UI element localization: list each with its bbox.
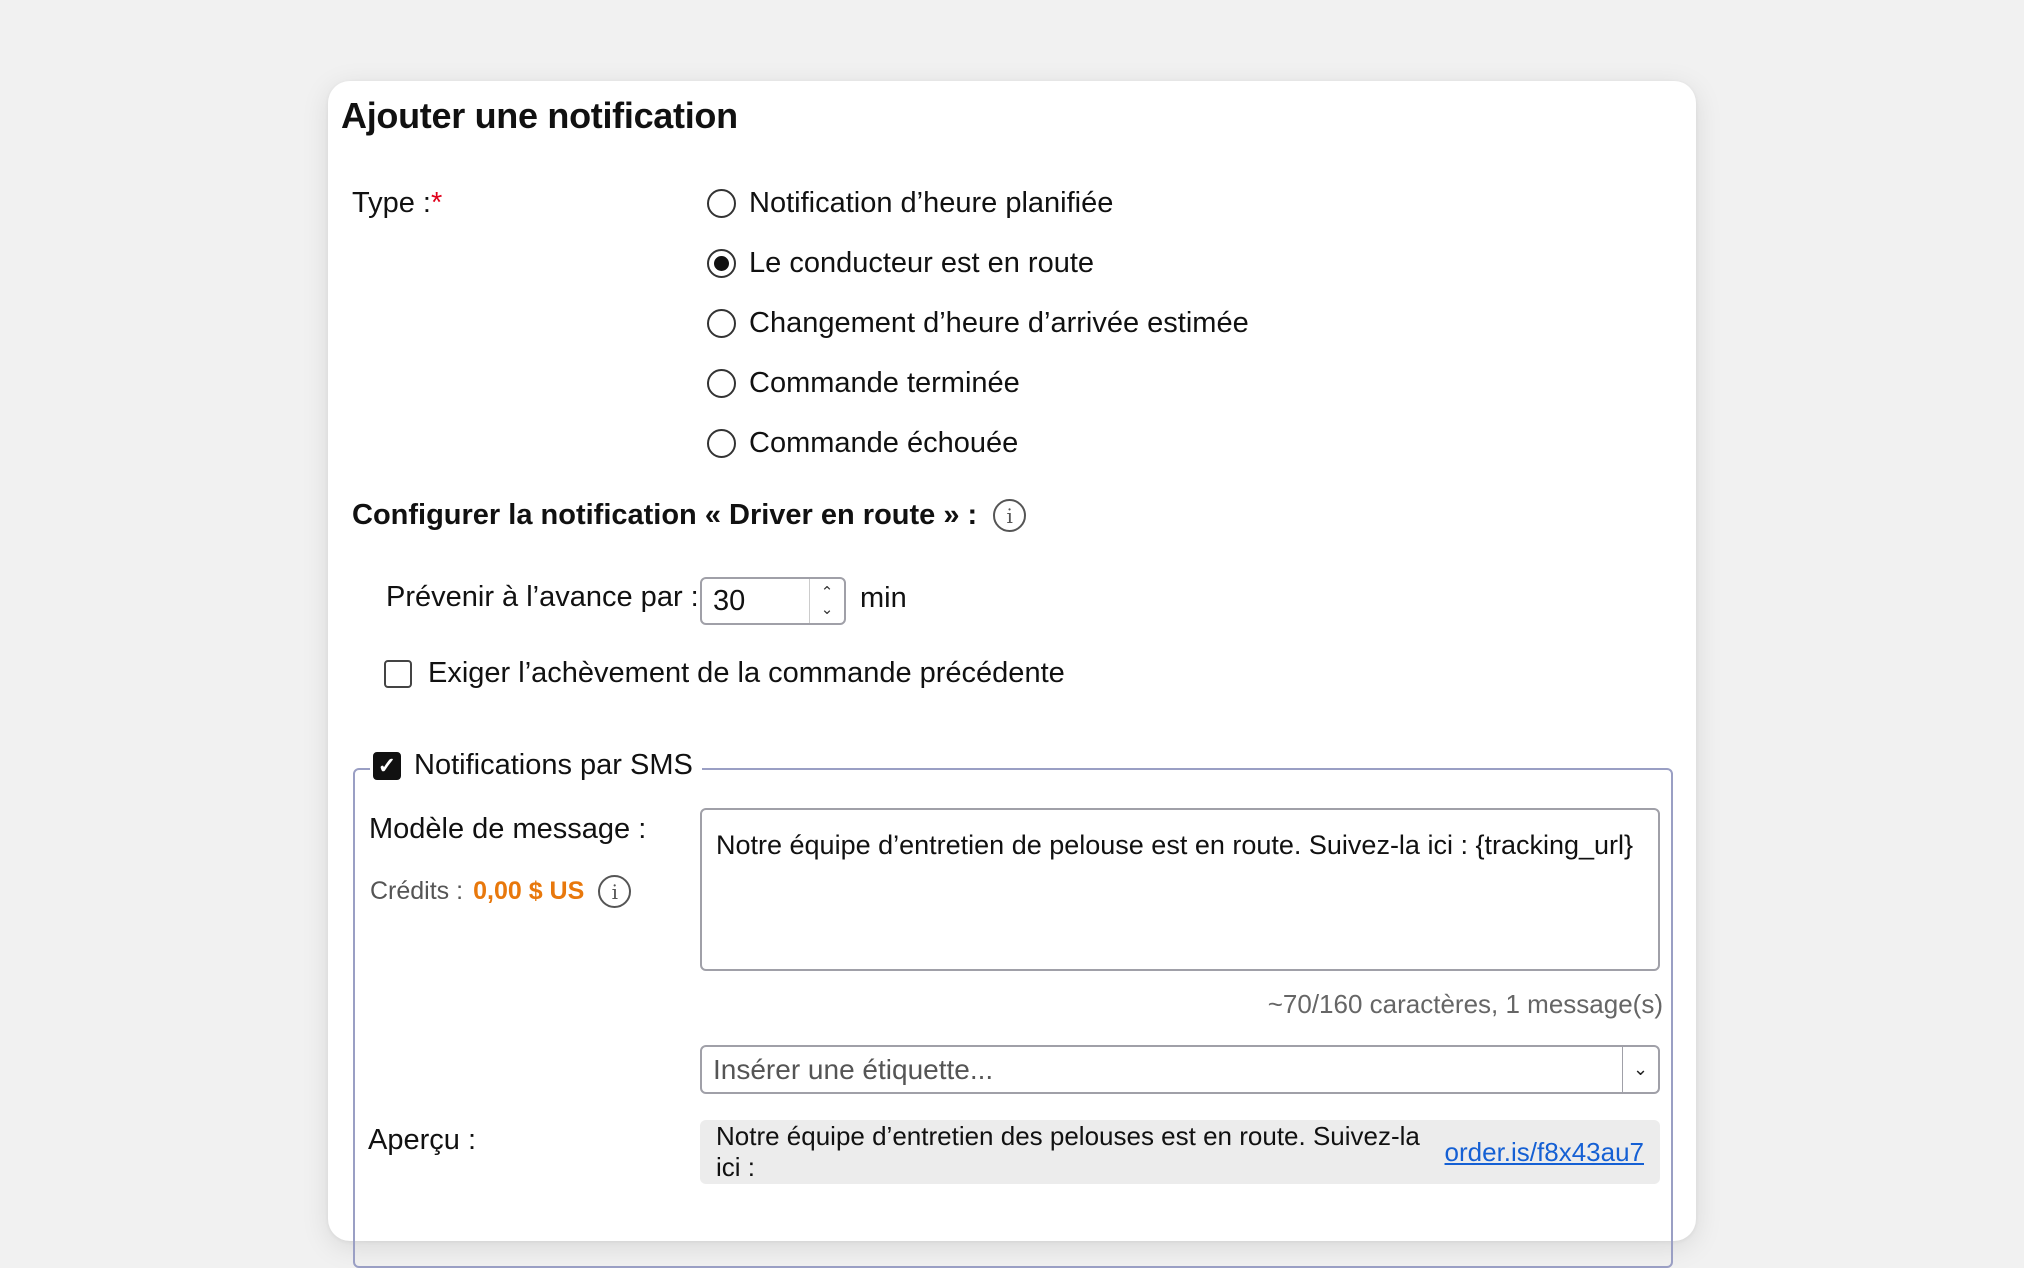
require-previous-label: Exiger l’achèvement de la commande précé… (428, 657, 1065, 689)
insert-tag-placeholder[interactable]: Insérer une étiquette... (702, 1047, 1622, 1092)
dialog-title: Ajouter une notification (341, 95, 738, 136)
type-label-text: Type : (352, 187, 431, 219)
radio-selected-dot (714, 256, 729, 271)
character-counter: ~70/160 caractères, 1 message(s) (1267, 989, 1663, 1019)
message-preview: Notre équipe d’entretien des pelouses es… (700, 1120, 1660, 1184)
radio-button[interactable] (707, 309, 736, 338)
require-previous-checkbox[interactable] (384, 659, 412, 688)
info-icon[interactable]: i (598, 875, 632, 908)
radio-label: Le conducteur est en route (749, 247, 1095, 279)
credits-amount: 0,00 $ US (473, 877, 585, 905)
chevron-down-icon[interactable]: ⌄ (1622, 1047, 1658, 1092)
advance-minutes-value[interactable]: 30 (702, 579, 809, 623)
credits-row: Crédits : 0,00 $ US i (370, 875, 632, 908)
add-notification-dialog: Ajouter une notification Type :* Notific… (328, 81, 1696, 1268)
radio-button-selected[interactable] (707, 249, 736, 278)
radio-button[interactable] (707, 189, 736, 218)
credits-label: Crédits : (370, 877, 464, 905)
advance-minutes-input[interactable]: 30 ⌃ ⌄ (700, 577, 846, 625)
spinner-up-icon[interactable]: ⌃ (821, 584, 834, 601)
radio-order-failed[interactable]: Commande échouée (707, 427, 1018, 460)
preview-label: Aperçu : (368, 1124, 476, 1156)
message-template-textarea[interactable]: Notre équipe d’entretien de pelouse est … (700, 808, 1660, 971)
type-label: Type :* (352, 187, 442, 220)
require-previous-order-checkbox-row[interactable]: Exiger l’achèvement de la commande précé… (384, 657, 1065, 690)
info-icon[interactable]: i (993, 499, 1027, 532)
radio-button[interactable] (707, 369, 736, 398)
config-heading: Configurer la notification « Driver en r… (352, 499, 1027, 532)
radio-label: Commande terminée (749, 367, 1020, 399)
sms-legend-label: Notifications par SMS (414, 749, 693, 781)
sms-enabled-checkbox[interactable]: ✓ (373, 751, 401, 780)
tracking-link[interactable]: order.is/f8x43au7 (1445, 1137, 1644, 1168)
required-mark: * (431, 187, 443, 219)
radio-driver-en-route[interactable]: Le conducteur est en route (707, 247, 1094, 280)
radio-order-completed[interactable]: Commande terminée (707, 367, 1020, 400)
radio-label: Changement d’heure d’arrivée estimée (749, 307, 1249, 339)
radio-label: Notification d’heure planifiée (749, 187, 1114, 219)
preview-text: Notre équipe d’entretien des pelouses es… (716, 1121, 1420, 1182)
radio-scheduled-time[interactable]: Notification d’heure planifiée (707, 187, 1113, 220)
insert-tag-select[interactable]: Insérer une étiquette... ⌄ (700, 1045, 1660, 1094)
radio-button[interactable] (707, 429, 736, 458)
config-heading-text: Configurer la notification « Driver en r… (352, 499, 978, 531)
sms-toggle[interactable]: ✓ Notifications par SMS (370, 749, 702, 782)
spinner-down-icon[interactable]: ⌄ (821, 601, 834, 618)
number-spinner[interactable]: ⌃ ⌄ (809, 579, 844, 623)
radio-eta-change[interactable]: Changement d’heure d’arrivée estimée (707, 307, 1249, 340)
message-template-label: Modèle de message : (369, 813, 647, 845)
radio-label: Commande échouée (749, 427, 1019, 459)
advance-notice-label: Prévenir à l’avance par : (386, 581, 699, 613)
advance-unit: min (860, 582, 907, 614)
